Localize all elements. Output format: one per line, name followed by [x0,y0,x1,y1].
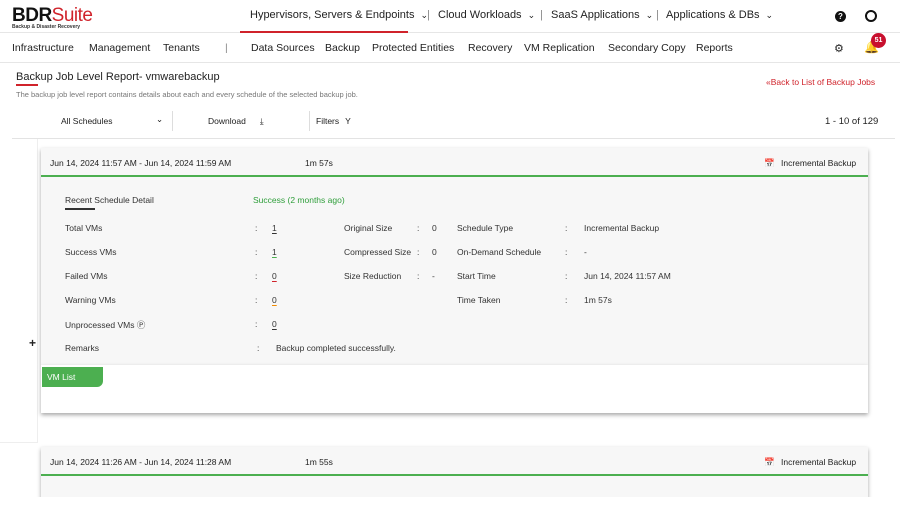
schedule-range: Jun 14, 2024 11:26 AM - Jun 14, 2024 11:… [50,457,232,467]
left-panel [0,139,38,443]
notification-badge: 51 [871,33,886,48]
pagination-info: 1 - 10 of 129 [825,116,879,127]
main-nav: Infrastructure Management Tenants | Data… [0,33,900,63]
colon: : [255,223,258,233]
vm-list-panel: VM List [41,365,868,413]
schedule-duration: 1m 55s [305,457,333,467]
on-demand-value: - [584,247,587,257]
schedule-card-header[interactable]: Jun 14, 2024 11:57 AM - Jun 14, 2024 11:… [41,148,868,177]
schedule-card-header[interactable]: Jun 14, 2024 11:26 AM - Jun 14, 2024 11:… [41,447,868,476]
user-icon[interactable] [865,10,877,22]
success-vms-value[interactable]: 1 [272,247,277,257]
calendar-icon: 📅 [764,158,775,168]
divider: | [427,9,430,21]
colon: : [417,247,420,257]
page-title: Backup Job Level Report- vmwarebackup [16,71,220,83]
colon: : [255,271,258,281]
nav-data-sources[interactable]: Data Sources [251,42,315,54]
schedule-dropdown[interactable]: All Schedules ⌄ [61,114,163,126]
vm-list-tab[interactable]: VM List [42,367,103,387]
schedule-type: Incremental Backup [781,158,857,168]
colon: : [255,295,258,305]
section-underline [65,208,95,210]
colon: : [417,271,420,281]
nav-recovery[interactable]: Recovery [468,42,512,54]
nav-tenants[interactable]: Tenants [163,42,200,54]
download-button[interactable]: Download ⤓ [208,116,264,127]
status-text: Success (2 months ago) [253,195,345,205]
back-to-jobs-link[interactable]: «Back to List of Backup Jobs [766,77,875,87]
logo-text: BDR [12,5,52,26]
top-bar: BDRSuite Backup & Disaster Recovery Hype… [0,0,900,33]
colon: : [565,223,568,233]
schedule-type: Incremental Backup [781,457,857,467]
divider [172,111,173,131]
expand-icon[interactable]: + [29,336,36,350]
total-vms-value[interactable]: 1 [272,223,277,233]
warning-vms-value[interactable]: 0 [272,295,277,305]
nav-backup[interactable]: Backup [325,42,360,54]
network-icon[interactable]: ⚙ [834,42,844,55]
page-description: The backup job level report contains det… [16,90,358,99]
original-size-label: Original Size [344,223,393,233]
colon: : [565,271,568,281]
nav-management[interactable]: Management [89,42,150,54]
size-reduction-label: Size Reduction [344,271,402,281]
colon: : [565,295,568,305]
help-icon[interactable]: Ⓟ [137,320,146,330]
calendar-icon: 📅 [764,457,775,467]
nav-infrastructure[interactable]: Infrastructure [12,42,74,54]
original-size-value: 0 [432,223,437,233]
start-time-value: Jun 14, 2024 11:57 AM [584,271,671,281]
success-vms-label: Success VMs [65,247,117,257]
start-time-label: Start Time [457,271,496,281]
divider [12,138,895,139]
help-icon[interactable]: ? [835,11,846,22]
on-demand-label: On-Demand Schedule [457,247,542,257]
nav-protected-entities[interactable]: Protected Entities [372,42,454,54]
colon: : [255,247,258,257]
nav-vm-replication[interactable]: VM Replication [524,42,595,54]
product-menu-hypervisors[interactable]: Hypervisors, Servers & Endpoints ⌄ [250,9,428,21]
product-menu-cloud[interactable]: Cloud Workloads ⌄ [438,9,535,21]
time-taken-value: 1m 57s [584,295,612,305]
size-reduction-value: - [432,271,435,281]
divider: | [656,9,659,21]
compressed-size-label: Compressed Size [344,247,412,257]
colon: : [257,343,260,353]
failed-vms-value[interactable]: 0 [272,271,277,281]
nav-secondary-copy[interactable]: Secondary Copy [608,42,686,54]
section-title: Recent Schedule Detail [65,195,154,205]
remarks-value: Backup completed successfully. [276,343,396,353]
warning-vms-label: Warning VMs [65,295,116,305]
schedule-duration: 1m 57s [305,158,333,168]
colon: : [255,319,258,329]
schedule-type-value: Incremental Backup [584,223,660,233]
unprocessed-vms-value[interactable]: 0 [272,319,277,329]
bdrsuite-logo[interactable]: BDRSuite Backup & Disaster Recovery [12,5,93,30]
product-menu-apps[interactable]: Applications & DBs ⌄ [666,9,773,21]
schedule-range: Jun 14, 2024 11:57 AM - Jun 14, 2024 11:… [50,158,232,168]
compressed-size-value: 0 [432,247,437,257]
divider: | [540,9,543,21]
unprocessed-vms-label: Unprocessed VMs Ⓟ [65,320,146,330]
product-menu-saas[interactable]: SaaS Applications ⌄ [551,9,653,21]
divider: | [225,42,228,54]
title-underline [16,84,38,86]
schedule-type-label: Schedule Type [457,223,514,233]
colon: : [417,223,420,233]
viewport-bottom [0,497,900,507]
filters-button[interactable]: Filters Y [316,116,351,126]
schedule-card: Jun 14, 2024 11:57 AM - Jun 14, 2024 11:… [41,148,868,365]
nav-reports[interactable]: Reports [696,42,733,54]
filter-icon: Y [345,116,351,126]
logo-text-suite: Suite [51,5,93,26]
time-taken-label: Time Taken [457,295,501,305]
colon: : [565,247,568,257]
failed-vms-label: Failed VMs [65,271,108,281]
divider [309,111,310,131]
download-icon: ⤓ [259,116,264,126]
total-vms-label: Total VMs [65,223,103,233]
remarks-label: Remarks [65,343,100,353]
